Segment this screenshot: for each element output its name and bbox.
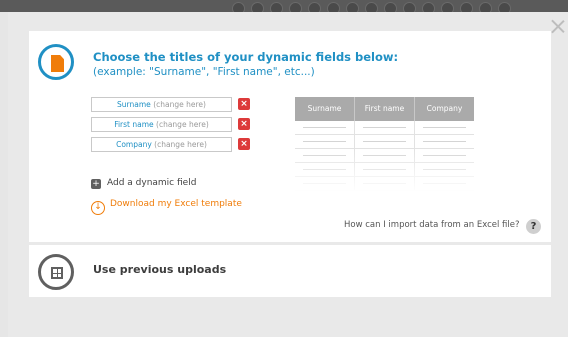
field-name: Surname: [117, 100, 151, 109]
field-input-company[interactable]: Company (change here): [91, 137, 232, 152]
previous-uploads-label[interactable]: Use previous uploads: [93, 263, 226, 276]
preview-table-header: Surname First name Company: [295, 97, 474, 121]
field-name: First name: [114, 120, 154, 129]
add-dynamic-field-label: Add a dynamic field: [107, 178, 197, 188]
grid-shape: [51, 267, 63, 279]
download-icon: ↓: [91, 201, 105, 215]
download-template-link[interactable]: ↓ Download my Excel template: [91, 199, 242, 215]
spreadsheet-icon: [38, 254, 74, 290]
field-input-first-name[interactable]: First name (change here): [91, 117, 232, 132]
close-icon[interactable]: [551, 19, 565, 33]
preview-row: [295, 121, 474, 135]
delete-field-icon[interactable]: ×: [238, 138, 250, 150]
panel-title: Choose the titles of your dynamic fields…: [93, 50, 399, 64]
field-name: Company: [116, 140, 152, 149]
preview-column-header: Surname: [295, 97, 355, 121]
field-hint: (change here): [156, 120, 209, 129]
document-icon: [38, 44, 74, 80]
excel-help-link[interactable]: How can I import data from an Excel file…: [344, 220, 520, 230]
field-hint: (change here): [153, 100, 206, 109]
help-icon[interactable]: ?: [526, 219, 541, 234]
preview-column-header: Company: [426, 104, 463, 113]
add-dynamic-field-button[interactable]: + Add a dynamic field: [91, 178, 196, 189]
download-template-label: Download my Excel template: [110, 199, 242, 209]
field-input-surname[interactable]: Surname (change here): [91, 97, 232, 112]
panel-subtitle: (example: "Surname", "First name", etc..…: [93, 66, 315, 78]
preview-cell: [415, 121, 474, 135]
plus-icon: +: [91, 179, 101, 189]
delete-field-icon[interactable]: ×: [238, 118, 250, 130]
preview-cell: [355, 121, 415, 135]
preview-cell: [415, 135, 474, 149]
preview-cell: [355, 135, 415, 149]
preview-cell: [295, 121, 355, 135]
field-hint: (change here): [154, 140, 207, 149]
background-toolbar: [0, 0, 568, 15]
document-shape: [51, 55, 64, 72]
preview-table-fade: [295, 150, 474, 192]
preview-cell: [295, 135, 355, 149]
preview-column-header: First name: [355, 97, 415, 121]
preview-row: [295, 135, 474, 149]
delete-field-icon[interactable]: ×: [238, 98, 250, 110]
